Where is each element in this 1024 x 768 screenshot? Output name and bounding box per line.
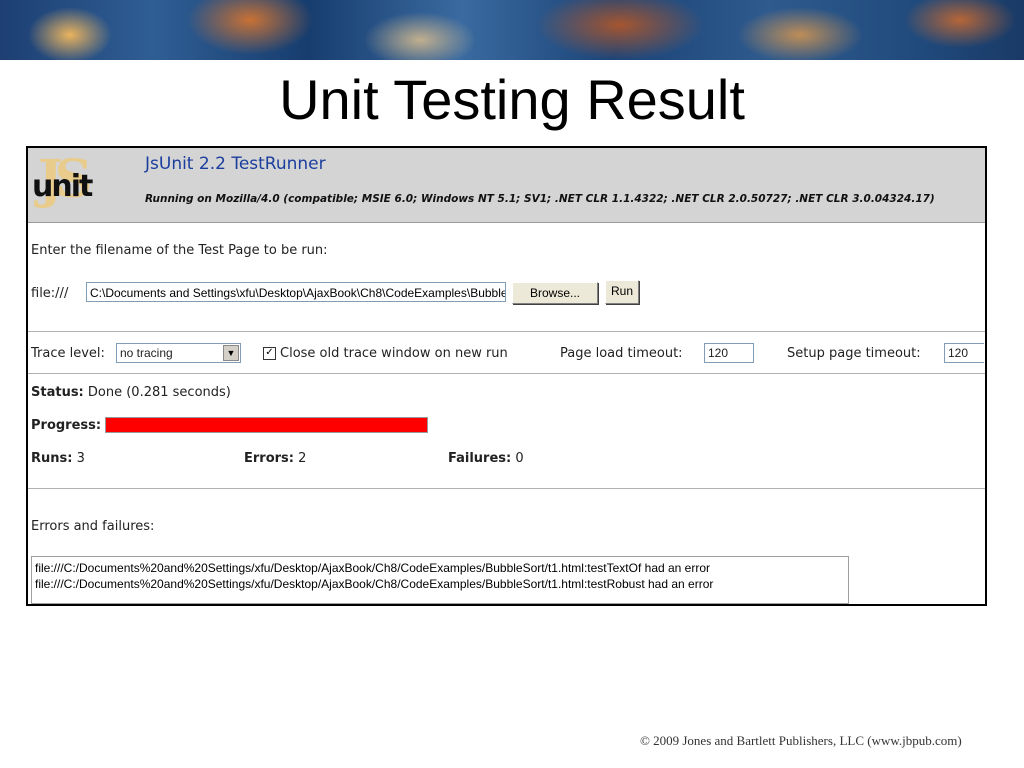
divider bbox=[28, 488, 985, 489]
file-path-input[interactable]: C:\Documents and Settings\xfu\Desktop\Aj… bbox=[86, 282, 506, 302]
status-value: Done (0.281 seconds) bbox=[87, 385, 231, 400]
progress-bar-fill bbox=[106, 418, 427, 432]
runs-count: Runs: 3 bbox=[31, 451, 85, 466]
chevron-down-icon[interactable]: ▼ bbox=[223, 345, 239, 361]
errors-label: Errors: bbox=[244, 451, 294, 466]
trace-level-value: no tracing bbox=[120, 346, 173, 360]
logo-text: unit bbox=[32, 169, 93, 204]
divider bbox=[28, 373, 985, 374]
list-item[interactable]: file:///C:/Documents%20and%20Settings/xf… bbox=[35, 560, 848, 576]
errors-failures-list[interactable]: file:///C:/Documents%20and%20Settings/xf… bbox=[31, 556, 849, 604]
jsunit-logo: JS unit bbox=[32, 149, 93, 210]
page-load-timeout-label: Page load timeout: bbox=[560, 346, 683, 361]
progress-label: Progress: bbox=[31, 418, 102, 433]
browser-info: Running on Mozilla/4.0 (compatible; MSIE… bbox=[145, 193, 935, 205]
status-line: Status: Done (0.281 seconds) bbox=[31, 385, 231, 400]
failures-count: Failures: 0 bbox=[448, 451, 524, 466]
progress-bar bbox=[105, 417, 428, 433]
failures-label: Failures: bbox=[448, 451, 512, 466]
trace-level-label: Trace level: bbox=[31, 346, 105, 361]
header-banner-image bbox=[0, 0, 1024, 60]
errors-failures-label: Errors and failures: bbox=[31, 519, 155, 534]
setup-timeout-input[interactable]: 120 bbox=[944, 343, 984, 363]
file-prefix-label: file:/// bbox=[31, 286, 69, 301]
close-window-checkbox[interactable]: ✓ bbox=[263, 347, 276, 360]
slide-title: Unit Testing Result bbox=[279, 68, 745, 131]
failures-value: 0 bbox=[515, 451, 524, 466]
browse-button[interactable]: Browse... bbox=[512, 282, 598, 304]
app-title: JsUnit 2.2 TestRunner bbox=[145, 154, 326, 174]
runs-value: 3 bbox=[76, 451, 85, 466]
status-label: Status: bbox=[31, 385, 84, 400]
divider bbox=[28, 331, 985, 332]
setup-timeout-label: Setup page timeout: bbox=[787, 346, 921, 361]
runs-label: Runs: bbox=[31, 451, 73, 466]
list-item[interactable]: file:///C:/Documents%20and%20Settings/xf… bbox=[35, 576, 848, 592]
run-button[interactable]: Run bbox=[605, 280, 639, 304]
jsunit-screenshot: JS unit JsUnit 2.2 TestRunner Running on… bbox=[26, 146, 987, 606]
errors-value: 2 bbox=[298, 451, 307, 466]
errors-count: Errors: 2 bbox=[244, 451, 306, 466]
file-prompt: Enter the filename of the Test Page to b… bbox=[31, 243, 328, 258]
page-load-timeout-input[interactable]: 120 bbox=[704, 343, 754, 363]
copyright-notice: © 2009 Jones and Bartlett Publishers, LL… bbox=[640, 733, 962, 748]
app-header: JS unit JsUnit 2.2 TestRunner Running on… bbox=[28, 148, 985, 223]
close-window-label: Close old trace window on new run bbox=[280, 346, 508, 361]
trace-level-select[interactable]: no tracing ▼ bbox=[116, 343, 241, 363]
